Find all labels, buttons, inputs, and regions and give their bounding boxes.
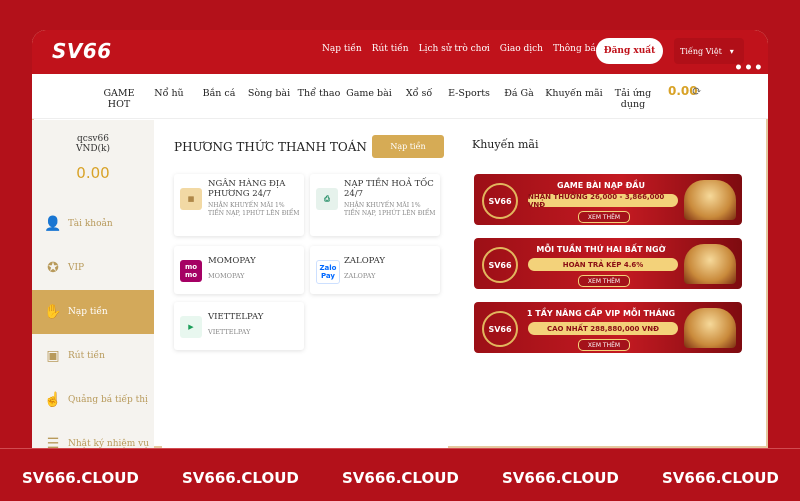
vip-icon: ✪ [47, 260, 59, 276]
method-name: NGÂN HÀNG ĐỊA PHƯƠNG 24/7 [208, 179, 286, 199]
promo-banner[interactable]: SV66 1 TẦY NÂNG CẤP VIP MỖI THÁNG CAO NH… [474, 302, 742, 353]
sidebar-item-label: VIP [68, 263, 85, 273]
banner-subline: CAO NHẤT 288,880,000 VNĐ [528, 322, 678, 335]
user-icon: 👤 [44, 216, 62, 232]
top-nav-transactions[interactable]: Giao dịch [500, 44, 543, 54]
sidebar-item-deposit[interactable]: ✋ Nạp tiền [32, 290, 154, 334]
promotions-section: Khuyến mãi SV66 GAME BÀI NẠP ĐẦU NHẬN TH… [462, 126, 752, 448]
nav-promotions[interactable]: Khuyến mãi [544, 88, 604, 110]
sidebar-balance: 0.00 [76, 164, 110, 182]
banner-logo: SV66 [482, 311, 518, 347]
banner-headline: 1 TẦY NÂNG CẤP VIP MỖI THÁNG [526, 309, 676, 318]
top-nav-deposit[interactable]: Nạp tiền [322, 44, 362, 54]
nav-lottery[interactable]: Xổ số [394, 88, 444, 110]
nav-fishing[interactable]: Bắn cá [194, 88, 244, 110]
banner-headline: MỖI TUẦN THỨ HAI BẤT NGỜ [536, 245, 666, 254]
method-name: MOMOPAY [208, 256, 256, 266]
chevron-down-icon: ▾ [729, 46, 734, 56]
watermark-text: SV666.CLOUD [22, 469, 139, 487]
nav-sports[interactable]: Thể thao [294, 88, 344, 110]
bank-icon: ▦ [180, 188, 202, 210]
payment-method-fast[interactable]: ⎙ NẠP TIỀN HOẢ TỐC 24/7 NHẬN KHUYẾN MÃI … [310, 174, 440, 236]
watermark-text: SV666.CLOUD [662, 469, 779, 487]
deposit-button[interactable]: Nạp tiền [372, 135, 444, 158]
payment-title: PHƯƠNG THỨC THANH TOÁN [174, 140, 367, 154]
method-name: VIETTELPAY [208, 312, 264, 322]
username: qcsv66 [77, 134, 109, 144]
deposit-icon: ✋ [44, 304, 62, 320]
language-label: Tiếng Việt [680, 46, 722, 56]
banner-headline: GAME BÀI NẠP ĐẦU [557, 181, 645, 190]
method-desc: ZALOPAY [344, 272, 376, 280]
nav-slots[interactable]: Nổ hũ [144, 88, 194, 110]
sidebar-item-tasks[interactable]: ☰ Nhật ký nhiệm vụ [32, 422, 154, 448]
refresh-icon[interactable]: ⟳ [692, 84, 702, 98]
fast-deposit-icon: ⎙ [316, 188, 338, 210]
sidebar-item-label: Tài khoản [68, 219, 113, 229]
banner-art [684, 244, 736, 284]
nav-esports[interactable]: E-Sports [444, 88, 494, 110]
app-window: SV66 Nạp tiền Rút tiền Lịch sử trò chơi … [32, 30, 768, 448]
payment-method-bank[interactable]: ▦ NGÂN HÀNG ĐỊA PHƯƠNG 24/7 NHẬN KHUYẾN … [174, 174, 304, 236]
sidebar-item-withdraw[interactable]: ▣ Rút tiền [32, 334, 154, 378]
viettel-icon: ▶ [180, 316, 202, 338]
watermark-bar: SV666.CLOUD SV666.CLOUD SV666.CLOUD SV66… [0, 448, 800, 501]
withdraw-icon: ▣ [46, 348, 60, 364]
promo-banner[interactable]: SV66 GAME BÀI NẠP ĐẦU NHẬN THƯỞNG 26,000… [474, 174, 742, 225]
banner-logo: SV66 [482, 247, 518, 283]
marketing-icon: ☝ [44, 392, 62, 408]
top-nav-withdraw[interactable]: Rút tiền [372, 44, 409, 54]
banner-cta[interactable]: XEM THÊM [578, 339, 630, 351]
user-info: qcsv66 VND(k) 0.00 [32, 134, 154, 182]
method-desc: NHẬN KHUYẾN MÃI 1% TIỀN NẠP, 1PHÚT LÊN Đ… [208, 202, 300, 217]
nav-download-app[interactable]: Tải ứng dụng [604, 88, 662, 110]
sidebar-item-marketing[interactable]: ☝ Quảng bá tiếp thị [32, 378, 154, 422]
sidebar-item-account[interactable]: 👤 Tài khoản [32, 202, 154, 246]
promotions-title: Khuyến mãi [472, 138, 539, 151]
sidebar-item-label: Nạp tiền [68, 307, 108, 317]
main-nav: GAME HOT Nổ hũ Bắn cá Sòng bài Thể thao … [32, 74, 768, 119]
currency: VND(k) [75, 144, 111, 154]
zalo-icon: Zalo Pay [316, 260, 340, 284]
nav-game-hot[interactable]: GAME HOT [94, 88, 144, 110]
banner-logo: SV66 [482, 183, 518, 219]
banner-cta[interactable]: XEM THÊM [578, 275, 630, 287]
main-nav-items: GAME HOT Nổ hũ Bắn cá Sòng bài Thể thao … [94, 88, 662, 110]
payment-method-momo[interactable]: mo mo MOMOPAY MOMOPAY [174, 246, 304, 294]
logo[interactable]: SV66 [52, 39, 112, 63]
task-icon: ☰ [46, 436, 60, 448]
banner-art [684, 180, 736, 220]
sidebar-item-label: Rút tiền [68, 351, 105, 361]
method-name: NẠP TIỀN HOẢ TỐC 24/7 [344, 179, 434, 199]
method-desc: MOMOPAY [208, 272, 245, 280]
sidebar-item-label: Quảng bá tiếp thị [68, 395, 148, 405]
banner-subline: HOÀN TRẢ KÉP 4.6% [528, 258, 678, 271]
top-nav-game-history[interactable]: Lịch sử trò chơi [419, 44, 490, 54]
momo-icon: mo mo [180, 260, 202, 282]
nav-card-games[interactable]: Game bài [344, 88, 394, 110]
banner-subline: NHẬN THƯỞNG 26,000 - 3,866,000 VNĐ [528, 193, 678, 209]
banner-cta[interactable]: XEM THÊM [578, 211, 630, 223]
sidebar-item-label: Nhật ký nhiệm vụ [68, 439, 149, 448]
payment-section: PHƯƠNG THỨC THANH TOÁN Nạp tiền ▦ NGÂN H… [162, 126, 448, 448]
method-desc: NHẬN KHUYẾN MÃI 1% TIỀN NẠP, 1PHÚT LÊN Đ… [344, 202, 436, 217]
banner-art [684, 308, 736, 348]
logout-button[interactable]: Đăng xuất [596, 38, 663, 64]
sidebar-item-vip[interactable]: ✪ VIP [32, 246, 154, 290]
nav-cockfight[interactable]: Đá Gà [494, 88, 544, 110]
method-desc: VIETTELPAY [208, 328, 251, 336]
nav-casino[interactable]: Sòng bài [244, 88, 294, 110]
payment-method-viettel[interactable]: ▶ VIETTELPAY VIETTELPAY [174, 302, 304, 350]
watermark-text: SV666.CLOUD [182, 469, 299, 487]
promo-banner[interactable]: SV66 MỖI TUẦN THỨ HAI BẤT NGỜ HOÀN TRẢ K… [474, 238, 742, 289]
watermark-text: SV666.CLOUD [342, 469, 459, 487]
watermark-text: SV666.CLOUD [502, 469, 619, 487]
top-bar: SV66 Nạp tiền Rút tiền Lịch sử trò chơi … [32, 30, 768, 76]
payment-method-zalo[interactable]: Zalo Pay ZALOPAY ZALOPAY [310, 246, 440, 294]
sidebar: qcsv66 VND(k) 0.00 👤 Tài khoản ✪ VIP ✋ N… [32, 120, 154, 448]
method-name: ZALOPAY [344, 256, 386, 266]
